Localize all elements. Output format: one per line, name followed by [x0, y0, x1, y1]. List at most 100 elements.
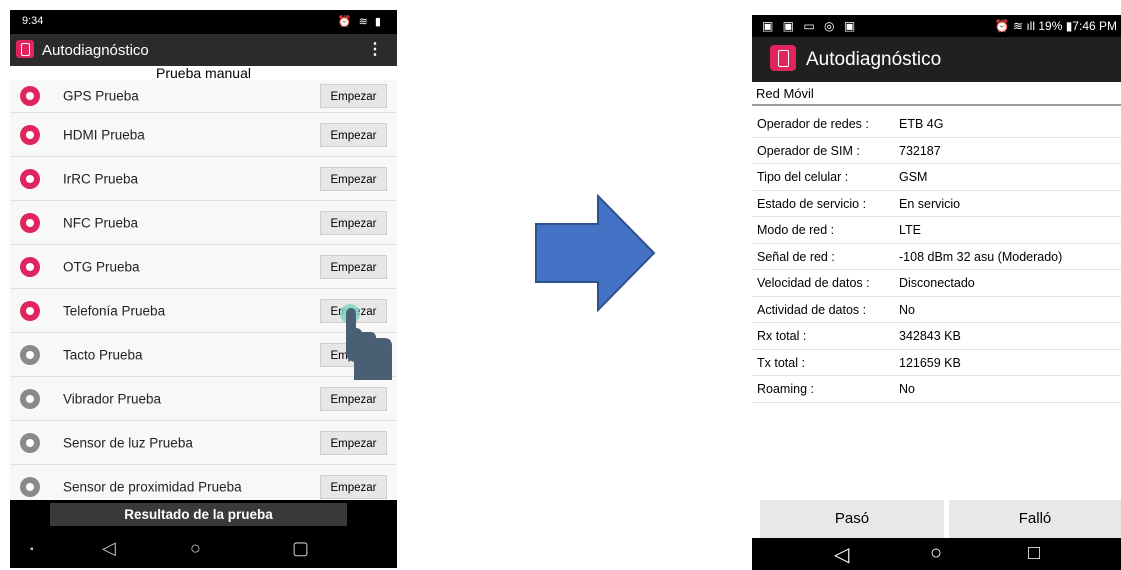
test-label: Sensor de proximidad Prueba	[63, 479, 242, 494]
start-button-nfc[interactable]: Empezar	[320, 210, 387, 235]
info-row: Velocidad de datos : Disconectado	[752, 270, 1121, 297]
nav-bar: ▪ ◁ ○ ▢	[10, 530, 397, 568]
test-label: HDMI Prueba	[63, 127, 145, 142]
test-label: Vibrador Prueba	[63, 391, 162, 406]
result-buttons: Pasó Falló	[752, 500, 1121, 538]
otg-icon	[20, 256, 40, 277]
irrc-icon	[20, 168, 40, 189]
test-label: Sensor de luz Prueba	[63, 435, 193, 450]
test-result-button[interactable]: Resultado de la prueba	[50, 503, 347, 526]
app-logo-icon	[770, 45, 796, 71]
list-item: NFC Prueba Empezar	[10, 201, 397, 245]
start-button-vibrator[interactable]: Empezar	[320, 386, 387, 411]
list-item: Vibrador Prueba Empezar	[10, 377, 397, 421]
status-time: 9:34	[22, 15, 44, 27]
info-value: Disconectado	[899, 276, 975, 290]
info-key: Rx total :	[757, 329, 807, 343]
info-row: Modo de red : LTE	[752, 217, 1121, 244]
info-key: Tipo del celular :	[757, 170, 849, 184]
info-value: No	[899, 302, 915, 317]
info-key: Modo de red :	[757, 223, 835, 237]
test-label: Telefonía Prueba	[63, 303, 166, 318]
info-key: Velocidad de datos :	[757, 276, 870, 290]
app-bar: Autodiagnóstico	[752, 37, 1121, 82]
info-value: ETB 4G	[899, 117, 944, 131]
info-key: Estado de servicio :	[757, 196, 867, 211]
info-value: GSM	[899, 170, 928, 184]
info-key: Operador de SIM :	[757, 143, 860, 158]
info-value: No	[899, 382, 915, 396]
start-button-light-sensor[interactable]: Empezar	[320, 430, 387, 455]
test-label: Tacto Prueba	[63, 347, 143, 362]
list-item: IrRC Prueba Empezar	[10, 157, 397, 201]
status-icons: ⏰ ≋ ▮	[337, 16, 383, 28]
nav-bar: ◁ ○ □	[752, 538, 1121, 570]
right-phone-screen: ▣ ▣ ▭ ◎ ▣ ⏰ ≋ ıll 19% ▮7:46 PM Autodiagn…	[752, 15, 1121, 570]
list-item: OTG Prueba Empezar	[10, 245, 397, 289]
overflow-menu-icon[interactable]: ⋮	[367, 39, 383, 59]
test-list: GPS Prueba Empezar HDMI Prueba Empezar I…	[10, 80, 397, 509]
test-label: OTG Prueba	[63, 259, 140, 274]
fail-button[interactable]: Falló	[949, 500, 1121, 538]
info-row: Operador de SIM : 732187	[752, 138, 1121, 164]
proximity-sensor-icon	[20, 476, 40, 497]
info-value: 121659 KB	[899, 355, 961, 370]
network-info-list: Operador de redes : ETB 4G Operador de S…	[752, 111, 1121, 403]
info-key: Operador de redes :	[757, 117, 869, 131]
nav-dot-icon: ▪	[30, 544, 34, 555]
info-value: 342843 KB	[899, 329, 961, 343]
app-logo-icon	[16, 40, 34, 58]
info-row: Actividad de datos : No	[752, 297, 1121, 323]
app-title: Autodiagnóstico	[42, 42, 149, 59]
info-key: Roaming :	[757, 382, 814, 396]
section-title: Red Móvil	[752, 82, 1121, 106]
pass-button[interactable]: Pasó	[760, 500, 944, 538]
test-label: GPS Prueba	[63, 88, 139, 104]
arrow-right-icon	[535, 194, 656, 312]
start-button-proximity[interactable]: Empezar	[320, 474, 387, 499]
info-row: Señal de red : -108 dBm 32 asu (Moderado…	[752, 244, 1121, 270]
list-item: HDMI Prueba Empezar	[10, 113, 397, 157]
app-title: Autodiagnóstico	[806, 49, 942, 70]
info-key: Señal de red :	[757, 249, 835, 264]
gps-icon	[20, 86, 40, 106]
info-row: Roaming : No	[752, 376, 1121, 403]
light-sensor-icon	[20, 432, 40, 453]
left-phone-screen: 9:34 ⏰ ≋ ▮ Autodiagnóstico ⋮ Prueba manu…	[10, 10, 397, 568]
touch-hand-icon	[340, 304, 392, 380]
vibrator-icon	[20, 388, 40, 409]
home-icon[interactable]: ○	[930, 542, 942, 565]
start-button-irrc[interactable]: Empezar	[320, 166, 387, 191]
status-icons: ⏰ ≋ ıll 19% ▮7:46 PM	[994, 19, 1117, 33]
app-bar: Autodiagnóstico ⋮	[10, 34, 397, 66]
start-button-gps[interactable]: Empezar	[320, 84, 387, 108]
back-icon[interactable]: ◁	[834, 542, 849, 567]
list-item: GPS Prueba Empezar	[10, 80, 397, 113]
info-key: Actividad de datos :	[757, 302, 867, 317]
info-key: Tx total :	[757, 355, 805, 370]
info-value: -108 dBm 32 asu (Moderado)	[899, 249, 1063, 264]
start-button-hdmi[interactable]: Empezar	[320, 122, 387, 147]
recent-apps-icon[interactable]: ▢	[292, 538, 309, 559]
info-row: Rx total : 342843 KB	[752, 323, 1121, 350]
test-label: NFC Prueba	[63, 215, 139, 230]
telephony-icon	[20, 300, 40, 321]
result-bar: Resultado de la prueba	[10, 500, 397, 530]
touch-icon	[20, 344, 40, 365]
nfc-icon	[20, 212, 40, 233]
back-icon[interactable]: ◁	[102, 538, 116, 559]
info-row: Operador de redes : ETB 4G	[752, 111, 1121, 138]
start-button-otg[interactable]: Empezar	[320, 254, 387, 279]
section-title: Prueba manual	[156, 65, 251, 81]
home-icon[interactable]: ○	[190, 538, 201, 559]
info-value: En servicio	[899, 196, 961, 211]
status-bar: ▣ ▣ ▭ ◎ ▣ ⏰ ≋ ıll 19% ▮7:46 PM	[752, 15, 1121, 37]
test-label: IrRC Prueba	[63, 171, 139, 186]
info-row: Tipo del celular : GSM	[752, 164, 1121, 191]
notification-icons: ▣ ▣ ▭ ◎ ▣	[762, 19, 859, 33]
hdmi-icon	[20, 124, 40, 145]
recent-apps-icon[interactable]: □	[1028, 542, 1040, 565]
info-value: LTE	[899, 223, 921, 237]
status-bar: 9:34 ⏰ ≋ ▮	[10, 10, 397, 34]
info-value: 732187	[899, 143, 941, 158]
